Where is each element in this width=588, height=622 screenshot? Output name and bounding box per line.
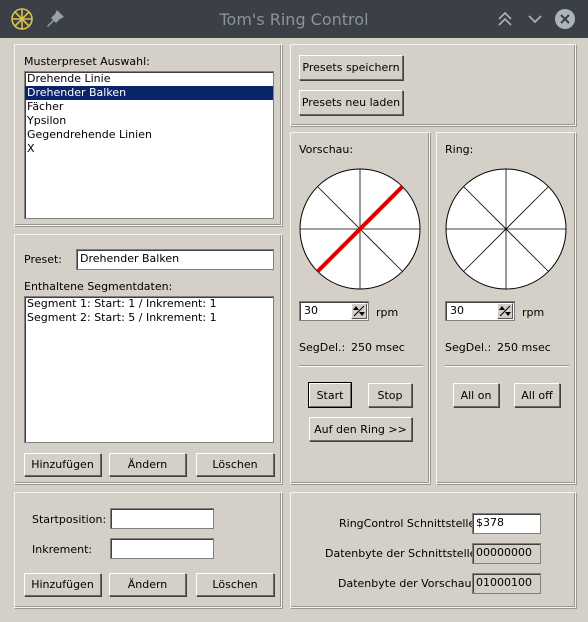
preset-selection-heading: Musterpreset Auswahl: <box>24 55 150 68</box>
presets-file-panel: Presets speichern Presets neu laden <box>290 44 576 126</box>
all-off-button[interactable]: All off <box>514 383 560 407</box>
save-presets-button[interactable]: Presets speichern <box>299 55 403 80</box>
spin-arrows-icon[interactable] <box>497 303 513 319</box>
minimize-icon[interactable] <box>523 7 547 31</box>
spin-arrows-icon[interactable] <box>351 303 367 319</box>
segment-list[interactable]: Segment 1: Start: 1 / Inkrement: 1 Segme… <box>24 296 274 443</box>
preset-name-label: Preset: <box>24 253 63 266</box>
delete-preset-button[interactable]: Löschen <box>196 453 274 476</box>
interface-panel: RingControl Schnittstelle: $378 Datenbyt… <box>290 492 576 608</box>
preset-list[interactable]: Drehende Linie Drehender Balken Fächer Y… <box>24 71 274 219</box>
preview-segdel-label: SegDel.: <box>299 341 346 354</box>
segments-heading: Enthaltene Segmentdaten: <box>24 280 173 293</box>
preview-panel: Vorschau: 30 rpm SegDel.: 250 msec Start… <box>290 132 430 484</box>
preview-separator <box>299 365 423 367</box>
preview-byte-label: Datenbyte der Vorschau: <box>338 577 476 590</box>
preview-ring-display <box>299 168 421 290</box>
port-byte-field: 00000000 <box>472 543 541 564</box>
all-on-button[interactable]: All on <box>453 383 499 407</box>
add-preset-button[interactable]: Hinzufügen <box>24 453 101 476</box>
preview-heading: Vorschau: <box>299 143 354 156</box>
title-bar: Tom's Ring Control <box>0 0 588 38</box>
preview-start-button[interactable]: Start <box>308 382 352 408</box>
preset-list-item[interactable]: X <box>25 142 273 156</box>
preset-detail-panel: Preset: Drehender Balken Enthaltene Segm… <box>14 234 282 484</box>
preset-list-item[interactable]: Drehende Linie <box>25 72 273 86</box>
ring-rpm-value: 30 <box>450 304 464 317</box>
increment-field[interactable] <box>110 538 214 559</box>
preview-byte-field: 01000100 <box>472 573 541 594</box>
preview-rpm-value: 30 <box>304 304 318 317</box>
preview-rpm-spinner[interactable]: 30 <box>299 301 369 321</box>
ring-segdel-value: 250 msec <box>497 341 551 354</box>
increment-label: Inkrement: <box>32 543 93 556</box>
shade-icon[interactable] <box>493 7 517 31</box>
preset-list-item-selected[interactable]: Drehender Balken <box>25 86 273 100</box>
segment-list-item[interactable]: Segment 1: Start: 1 / Inkrement: 1 <box>25 297 273 311</box>
preview-stop-button[interactable]: Stop <box>368 383 412 407</box>
preset-name-field[interactable]: Drehender Balken <box>76 249 274 270</box>
start-position-label: Startposition: <box>32 513 107 526</box>
ring-segdel-label: SegDel.: <box>445 341 492 354</box>
port-field[interactable]: $378 <box>472 513 541 534</box>
segment-entry-panel: Startposition: Inkrement: Hinzufügen Änd… <box>14 492 282 608</box>
port-label: RingControl Schnittstelle: <box>339 517 479 530</box>
preset-list-item[interactable]: Ypsilon <box>25 114 273 128</box>
send-to-ring-button[interactable]: Auf den Ring >> <box>309 417 412 441</box>
segment-list-item[interactable]: Segment 2: Start: 5 / Inkrement: 1 <box>25 311 273 325</box>
ring-rpm-unit: rpm <box>522 306 545 319</box>
change-segment-button[interactable]: Ändern <box>109 573 186 596</box>
delete-segment-button[interactable]: Löschen <box>196 573 274 596</box>
preview-segdel-value: 250 msec <box>351 341 405 354</box>
preset-list-item[interactable]: Fächer <box>25 100 273 114</box>
close-icon[interactable] <box>553 7 577 31</box>
preset-list-item[interactable]: Gegendrehende Linien <box>25 128 273 142</box>
ring-heading: Ring: <box>445 143 474 156</box>
add-segment-button[interactable]: Hinzufügen <box>24 573 101 596</box>
ring-display <box>445 168 567 290</box>
reload-presets-button[interactable]: Presets neu laden <box>299 90 403 115</box>
change-preset-button[interactable]: Ändern <box>109 453 186 476</box>
preview-rpm-unit: rpm <box>376 306 399 319</box>
start-position-field[interactable] <box>110 508 214 529</box>
preset-selection-panel: Musterpreset Auswahl: Drehende Linie Dre… <box>14 44 282 226</box>
ring-separator <box>445 365 569 367</box>
ring-panel: Ring: 30 rpm SegDel.: 250 msec All on Al… <box>436 132 576 484</box>
port-byte-label: Datenbyte der Schnittstelle: <box>325 547 481 560</box>
ring-rpm-spinner[interactable]: 30 <box>445 301 515 321</box>
